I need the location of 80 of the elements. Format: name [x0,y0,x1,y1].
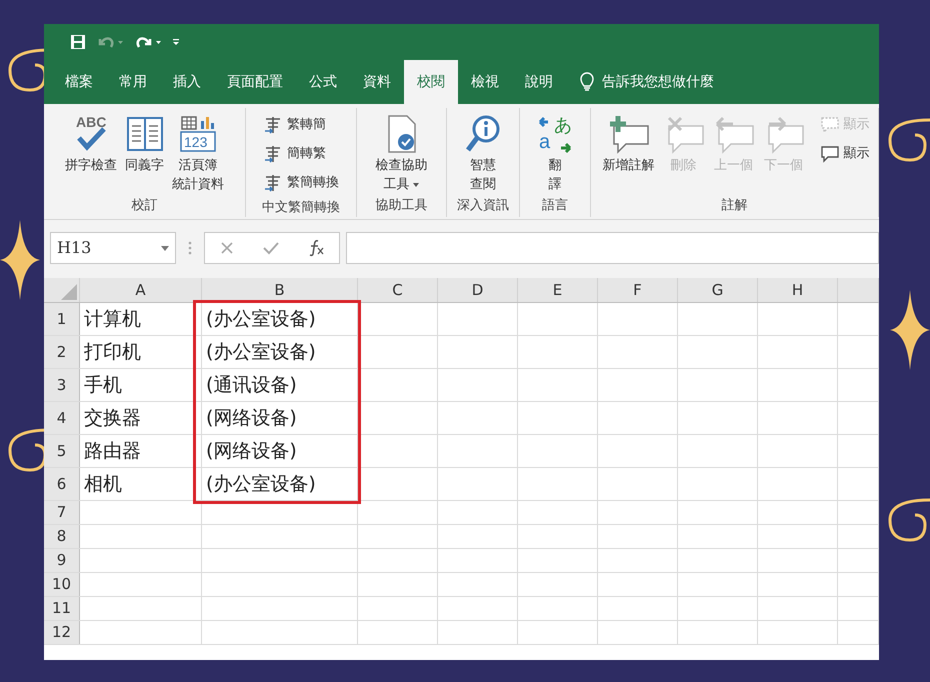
group-label: 校訂 [130,197,158,215]
conversion-icon [263,144,283,164]
cell-text: (网络设备) [206,438,297,464]
cancel-icon[interactable] [218,240,235,256]
group-label: 語言 [541,197,569,215]
column-header[interactable]: B [202,278,358,302]
cell-text: 手机 [84,372,122,398]
cell-text: 交换器 [84,406,141,431]
cell-text: (办公室设备) [206,340,316,365]
conversion-icon [263,172,283,192]
book-icon [126,116,164,152]
cell-text: (办公室设备) [206,306,316,332]
ribbon-tab[interactable]: 檔案 [52,60,106,104]
name-box[interactable]: H13 [50,232,176,264]
column-header[interactable]: A [80,278,202,302]
group-label: 深入資訊 [456,197,510,215]
ribbon-button[interactable]: あ a 翻 譯 [534,108,576,195]
row-header[interactable]: 12 [44,621,80,644]
group-label: 中文繁簡轉換 [261,199,341,217]
cell-text: (通讯设备) [206,372,297,398]
caret-icon [161,246,169,250]
row-header[interactable]: 5 [44,435,80,467]
column-header[interactable]: C [358,278,438,302]
row-header[interactable]: 6 [44,468,80,500]
column-header[interactable]: D [438,278,518,302]
sparkle-icon [0,220,40,300]
save-icon[interactable] [70,34,86,50]
comment-icon [820,144,840,162]
ribbon-small-button[interactable]: 顯示 [820,139,870,168]
ribbon-button[interactable]: 同義字 [122,108,167,195]
ribbon-tab[interactable]: 校閱 [404,60,458,104]
customize-caret-icon[interactable] [172,38,180,46]
ribbon-small-button[interactable]: 繁簡轉換 [263,168,339,197]
ribbon-button[interactable]: 智慧 查閱 [462,108,504,195]
grip-icon [188,241,192,255]
ribbon-tab[interactable]: 說明 [512,60,566,104]
ribbon-button[interactable]: 123 活頁簿 統計資料 [169,108,227,195]
ribbon-tab[interactable]: 常用 [106,60,160,104]
ribbon-small-button[interactable]: 簡轉繁 [263,139,339,168]
check-icon[interactable] [262,240,280,256]
column-header[interactable]: G [678,278,758,302]
column-header[interactable]: H [758,278,838,302]
ribbon-button[interactable]: 新增註解 [600,108,658,195]
cell-text: (办公室设备) [206,472,316,497]
row-header[interactable]: 11 [44,597,80,620]
row-header[interactable]: 10 [44,573,80,596]
ribbon-small-button[interactable]: 繁轉簡 [263,110,339,139]
row-header[interactable]: 1 [44,303,80,335]
cell-text: 计算机 [84,306,141,332]
tell-me-field[interactable]: 告訴我您想做什麼 [580,60,714,104]
formula-input[interactable] [346,232,879,264]
ribbon-button[interactable]: 檢查協助 工具 [372,108,430,195]
ribbon-tab[interactable]: 頁面配置 [214,60,296,104]
ribbon-tab[interactable]: 檢視 [458,60,512,104]
column-header[interactable]: E [518,278,598,302]
cell-text: 路由器 [84,438,141,464]
ribbon-tab[interactable]: 插入 [160,60,214,104]
sparkle-icon [890,290,930,370]
triangle-icon [61,284,77,300]
new-comment-icon [608,114,650,154]
row-header[interactable]: 4 [44,402,80,434]
column-header[interactable]: F [598,278,678,302]
conversion-icon [263,114,283,134]
cell-text: 打印机 [84,340,141,365]
function-icon[interactable] [307,239,326,257]
cell-text: 相机 [84,472,122,497]
cell-text: (网络设备) [206,406,297,431]
row-header[interactable]: 8 [44,525,80,548]
ribbon-button[interactable]: ABC 拼字檢查 [62,108,120,195]
row-header[interactable]: 3 [44,369,80,401]
group-label: 協助工具 [374,197,428,215]
lightbulb-icon [580,72,594,92]
comment-icon [820,116,840,134]
row-header[interactable]: 7 [44,501,80,524]
group-label: 註解 [720,197,748,215]
info-magnifier-icon [465,114,501,154]
row-header[interactable]: 2 [44,336,80,368]
row-header[interactable]: 9 [44,549,80,572]
ribbon-tab[interactable]: 公式 [296,60,350,104]
ribbon-tab[interactable]: 資料 [350,60,404,104]
